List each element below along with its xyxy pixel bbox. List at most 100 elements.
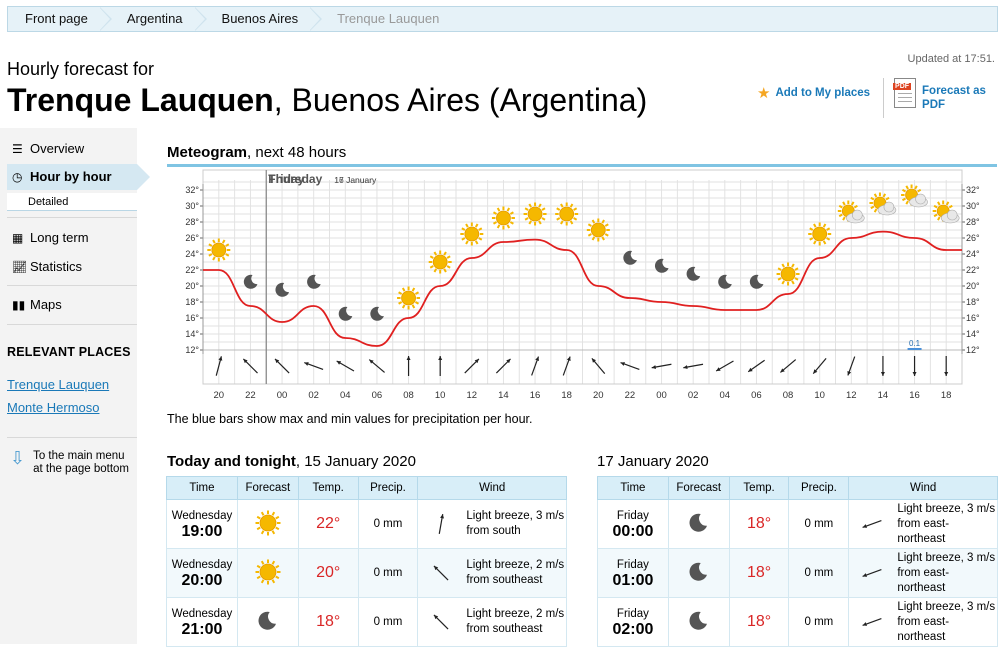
divider — [7, 437, 137, 438]
forecast-cell — [667, 499, 730, 549]
wind-description: Light breeze, 3 m/s from east-northeast — [897, 502, 997, 547]
sidebar-item-statistics[interactable]: 📈︎ Statistics — [7, 254, 137, 280]
y-tick-label-left: 30° — [185, 201, 199, 211]
hour: 19:00 — [181, 523, 223, 540]
place-name: Trenque Lauquen — [7, 82, 274, 118]
breadcrumb-front-page[interactable]: Front page — [8, 7, 112, 31]
moon-icon — [258, 611, 276, 630]
y-tick-label-right: 26° — [966, 233, 980, 243]
pdf-label-1: Forecast as — [922, 85, 986, 97]
wind-arrow-icon — [912, 356, 917, 376]
forecast-cell — [236, 597, 299, 647]
sidebar-item-long-term[interactable]: ▦ Long term — [7, 225, 137, 251]
column-header: Temp. — [297, 476, 359, 500]
moon-icon — [689, 513, 707, 532]
x-tick-label: 12 — [467, 390, 478, 401]
moon-icon — [338, 306, 353, 321]
to-main-menu-link[interactable]: ⇩ To the main menu at the page bottom — [10, 449, 129, 476]
forecast-cell — [236, 499, 299, 549]
today-title-date: , 15 January 2020 — [295, 453, 416, 470]
x-tick-label: 12 — [846, 390, 857, 401]
relevant-place-link[interactable]: Trenque Lauquen — [7, 377, 109, 392]
y-tick-label-left: 24° — [185, 249, 199, 259]
hour: 21:00 — [181, 621, 223, 638]
y-tick-label-right: 18° — [966, 297, 980, 307]
hour: 00:00 — [612, 523, 654, 540]
breadcrumb-buenos-aires[interactable]: Buenos Aires — [205, 7, 322, 31]
add-to-places-button[interactable]: ★ Add to My places — [757, 78, 870, 102]
wind-description: Light breeze, 2 m/s from southeast — [466, 607, 564, 637]
sidebar-item-hour-by-hour[interactable]: ◷ Hour by hour — [7, 164, 150, 190]
place-region: , Buenos Aires (Argentina) — [273, 82, 648, 118]
day-name: Friday — [616, 608, 649, 620]
moon-icon — [749, 274, 764, 289]
divider — [167, 164, 997, 167]
moon-icon — [623, 250, 637, 265]
line-chart-icon: 📈︎ — [12, 260, 28, 274]
column-header: Forecast — [236, 476, 299, 500]
x-tick-label: 16 — [909, 390, 920, 401]
pdf-icon: PDF — [893, 78, 917, 108]
time-cell: Wednesday 21:00 — [166, 597, 238, 647]
wind-cell: Light breeze, 2 m/s from southeast — [417, 597, 567, 647]
divider — [7, 217, 137, 218]
y-tick-label-left: 28° — [185, 217, 199, 227]
relevant-places-title: RELEVANT PLACES — [7, 345, 131, 359]
wind-speed: Light breeze, 2 m/s — [466, 559, 565, 571]
table-row: Wednesday 21:00 18° 0 mm Light breeze, 2 m/s… — [166, 597, 567, 647]
y-tick-label-left: 12° — [185, 345, 199, 355]
moon-icon — [307, 274, 321, 289]
column-header: Forecast — [667, 476, 730, 500]
sun-icon — [776, 262, 800, 286]
moon-icon — [686, 266, 701, 281]
wind-arrow-icon — [944, 356, 949, 376]
wind-speed: Light breeze, 2 m/s — [466, 608, 565, 620]
sidebar-item-label: Hour by hour — [30, 169, 112, 184]
wind-cell: Light breeze, 3 m/s from east-northeast — [848, 548, 998, 598]
breadcrumb-argentina[interactable]: Argentina — [110, 7, 207, 31]
wind-arrow-icon — [433, 565, 449, 581]
sidebar-item-maps[interactable]: ▮▮ Maps — [7, 292, 137, 318]
relevant-place-link[interactable]: Monte Hermoso — [7, 400, 99, 415]
moon-icon — [689, 611, 707, 630]
updated-time: Updated at 17:51. — [907, 53, 995, 65]
column-header: Precip. — [357, 476, 419, 500]
day-name: Friday — [616, 559, 649, 571]
forecast-table-tomorrow: Time Forecast Temp. Precip. Wind Friday 00:00 1… — [597, 476, 998, 647]
forecast-pdf-button[interactable]: PDF Forecast as PDF — [893, 78, 986, 112]
moon-icon — [370, 306, 384, 321]
time-cell: Friday 01:00 — [597, 548, 669, 598]
precipitation-label: 0.1 — [909, 339, 921, 348]
temperature-cell: 18° — [728, 597, 790, 647]
x-tick-label: 00 — [656, 390, 667, 401]
hour: 02:00 — [612, 621, 654, 638]
today-title-bold: Today and tonight — [167, 453, 296, 470]
x-tick-label: 00 — [277, 390, 288, 401]
meteogram-chart: 12° 12° 14° 14° 16° 16° 18° 18° 20° 20° 22° 22° 24° 2… — [185, 169, 980, 401]
day-name: Wednesday — [171, 608, 233, 620]
pdf-badge: PDF — [893, 83, 912, 90]
column-header: Wind — [417, 476, 567, 500]
precipitation-bar — [907, 348, 922, 350]
clock-icon: ◷ — [12, 170, 23, 184]
wind-arrow-icon — [862, 520, 882, 528]
sun-icon — [255, 510, 281, 535]
x-tick-label: 14 — [498, 390, 509, 401]
sidebar-item-overview[interactable]: ☰ Overview — [7, 136, 137, 162]
wind-cell: Light breeze, 3 m/s from east-northeast — [848, 597, 998, 647]
meteogram-title-bold: Meteogram — [167, 144, 248, 161]
wind-direction: from south — [466, 525, 521, 537]
moon-icon — [689, 562, 707, 581]
y-tick-label-right: 16° — [966, 313, 980, 323]
y-tick-label-left: 20° — [185, 281, 199, 291]
breadcrumb: Front page Argentina Buenos Aires Trenqu… — [7, 6, 998, 32]
divider — [883, 78, 885, 118]
x-tick-label: 10 — [435, 390, 446, 401]
star-icon: ★ — [757, 85, 771, 102]
day-name: Friday — [616, 510, 649, 522]
wind-speed: Light breeze, 3 m/s — [897, 551, 996, 564]
precipitation-cell: 0 mm — [788, 499, 850, 549]
sidebar-item-detailed[interactable]: Detailed — [7, 193, 137, 211]
table-header-row: Time Forecast Temp. Precip. Wind — [597, 476, 998, 500]
divider — [7, 324, 137, 325]
